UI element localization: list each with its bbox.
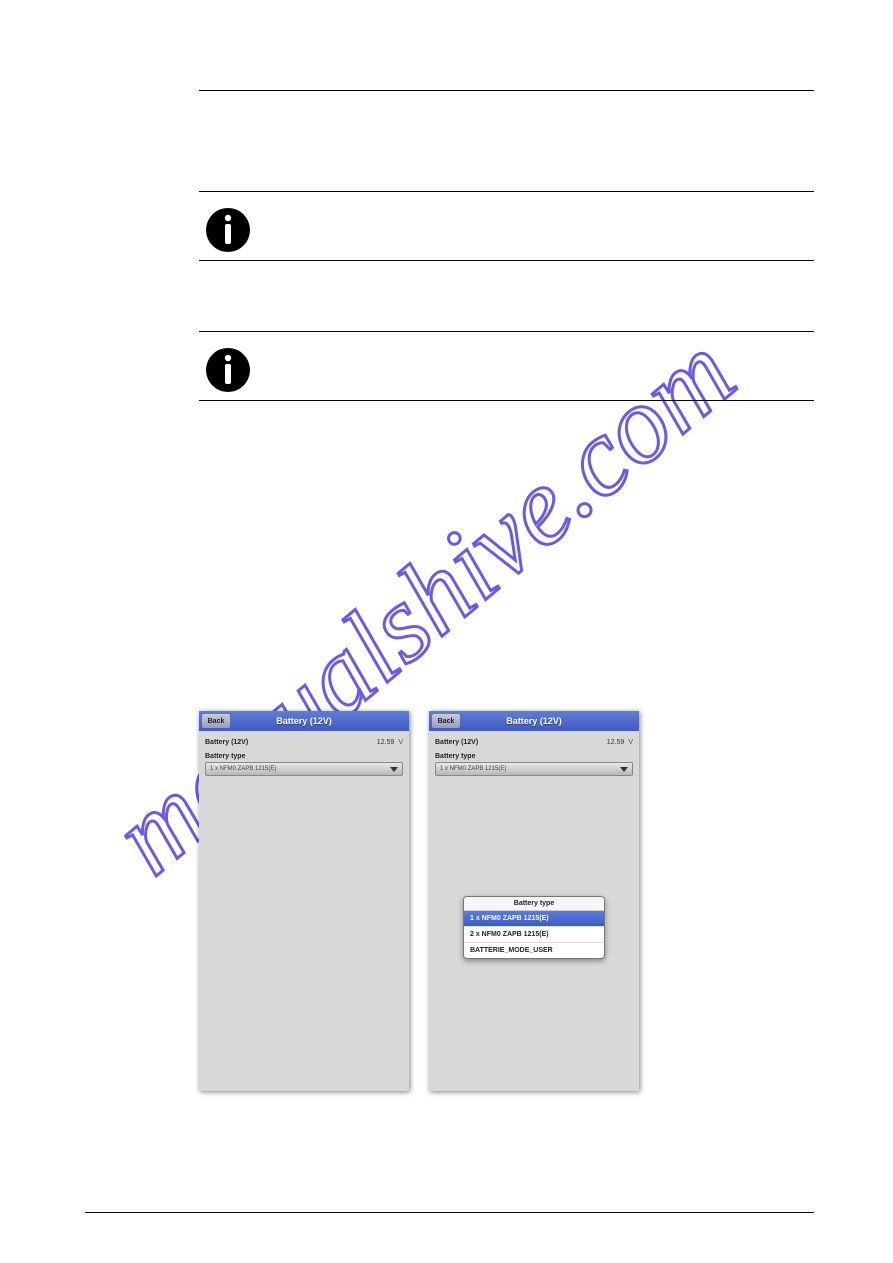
screenshots-row: Back Battery (12V) Battery (12V) 12.59 V… [199,711,808,1091]
phone2-batterytype-label: Battery type [435,753,633,760]
phone2-batterytype-select[interactable]: 1 x NFM0 ZAPB 1215(E) [435,762,633,776]
phone1-select-value: 1 x NFM0 ZAPB 1215(E) [210,766,276,772]
phone-screenshot-2: Back Battery (12V) Battery (12V) 12.59 V… [429,711,639,1091]
phone1-titlebar: Back Battery (12V) [199,711,409,731]
top-separator [199,90,814,91]
chevron-down-icon [620,767,628,772]
phone1-batterytype-label: Battery type [205,753,403,760]
back-button[interactable]: Back [432,714,460,728]
phone1-batterytype-select[interactable]: 1 x NFM0 ZAPB 1215(E) [205,762,403,776]
phone2-select-value: 1 x NFM0 ZAPB 1215(E) [440,766,506,772]
phone1-title: Battery (12V) [199,716,409,726]
note-block-2 [199,331,814,401]
phone1-voltage-unit: V [398,739,403,746]
popup-item-3[interactable]: BATTERIE_MODE_USER [464,942,604,958]
phone2-voltage-value: 12.59 [607,739,625,746]
phone1-voltage-row: Battery (12V) 12.59 V [205,735,403,749]
phone-screenshot-1: Back Battery (12V) Battery (12V) 12.59 V… [199,711,409,1091]
chevron-down-icon [390,767,398,772]
note-block-1 [199,191,814,261]
phone1-voltage-value: 12.59 [377,739,395,746]
phone2-title: Battery (12V) [429,716,639,726]
back-button[interactable]: Back [202,714,230,728]
info-icon [204,206,252,254]
phone2-voltage-unit: V [628,739,633,746]
popup-title: Battery type [464,897,604,911]
popup-item-2[interactable]: 2 x NFM0 ZAPB 1215(E) [464,926,604,942]
popup-item-1[interactable]: 1 x NFM0 ZAPB 1215(E) [464,911,604,926]
phone2-voltage-row: Battery (12V) 12.59 V [435,735,633,749]
info-icon [204,346,252,394]
phone2-titlebar: Back Battery (12V) [429,711,639,731]
phone2-voltage-label: Battery (12V) [435,739,478,746]
phone1-voltage-label: Battery (12V) [205,739,248,746]
footer-separator [85,1212,814,1213]
batterytype-popup: Battery type 1 x NFM0 ZAPB 1215(E) 2 x N… [463,896,605,959]
